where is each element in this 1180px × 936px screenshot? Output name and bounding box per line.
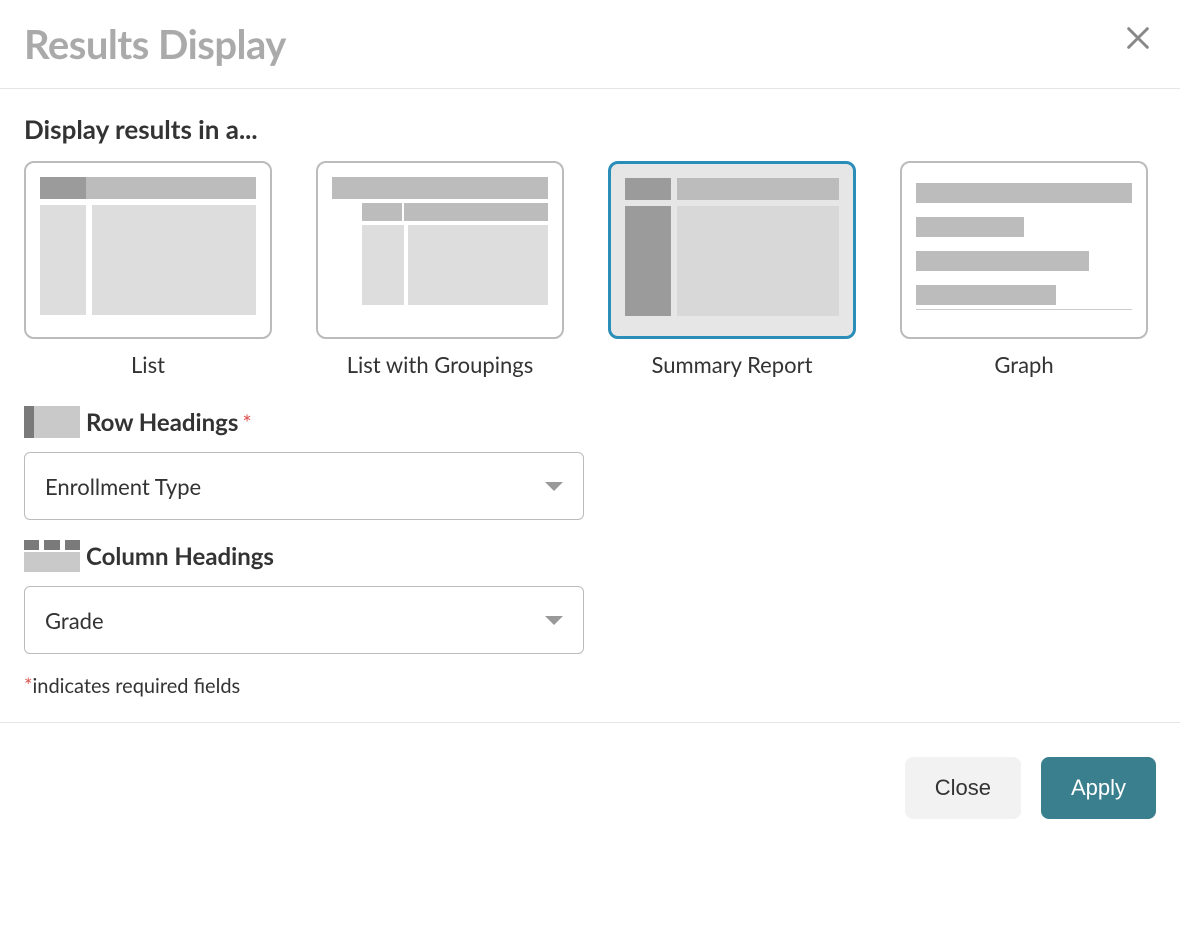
graph-preview-icon (900, 161, 1148, 339)
display-intro: Display results in a... (24, 113, 1156, 145)
row-headings-value: Enrollment Type (45, 473, 201, 500)
row-headings-icon (24, 406, 80, 438)
modal-title: Results Display (24, 20, 286, 68)
modal-header: Results Display (0, 0, 1180, 89)
option-graph[interactable]: Graph (900, 161, 1148, 378)
results-display-modal: Results Display Display results in a... … (0, 0, 1180, 853)
modal-body: Display results in a... List (0, 89, 1180, 722)
row-headings-select[interactable]: Enrollment Type (24, 452, 584, 520)
row-headings-section: Row Headings* Enrollment Type (24, 406, 1156, 520)
option-list[interactable]: List (24, 161, 272, 378)
option-list-label: List (131, 351, 165, 378)
option-summary-label: Summary Report (652, 351, 813, 378)
summary-preview-icon (608, 161, 856, 339)
list-preview-icon (24, 161, 272, 339)
column-headings-section: Column Headings Grade (24, 540, 1156, 654)
column-headings-value: Grade (45, 607, 104, 634)
row-headings-label-row: Row Headings* (24, 406, 1156, 438)
column-headings-label: Column Headings (86, 542, 274, 571)
option-list-groupings[interactable]: List with Groupings (316, 161, 564, 378)
list-groupings-preview-icon (316, 161, 564, 339)
column-headings-label-row: Column Headings (24, 540, 1156, 572)
column-headings-select[interactable]: Grade (24, 586, 584, 654)
option-summary-report[interactable]: Summary Report (608, 161, 856, 378)
required-star-icon: * (242, 409, 251, 436)
required-note-text: indicates required fields (33, 674, 241, 698)
modal-footer: Close Apply (0, 722, 1180, 853)
column-headings-icon (24, 540, 80, 572)
row-headings-label: Row Headings (86, 408, 238, 437)
required-note: *indicates required fields (24, 674, 1156, 698)
close-button[interactable]: Close (905, 757, 1021, 819)
display-options-row: List List with Groupings (24, 161, 1156, 378)
chevron-down-icon (545, 482, 563, 491)
required-note-star: * (24, 674, 33, 698)
close-icon[interactable] (1120, 20, 1156, 60)
option-list-groupings-label: List with Groupings (347, 351, 534, 378)
apply-button[interactable]: Apply (1041, 757, 1156, 819)
chevron-down-icon (545, 616, 563, 625)
option-graph-label: Graph (994, 351, 1053, 378)
